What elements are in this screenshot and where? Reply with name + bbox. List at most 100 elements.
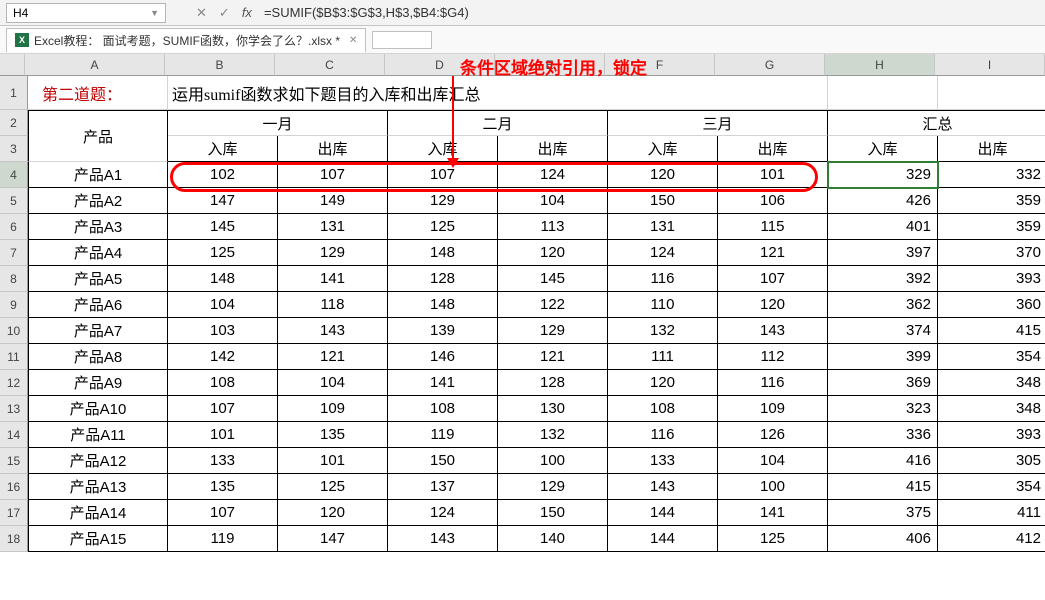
cell-B11[interactable]: 142 [168,344,278,370]
cell-I7[interactable]: 370 [938,240,1045,266]
row-header-8[interactable]: 8 [0,266,28,292]
cell-I9[interactable]: 360 [938,292,1045,318]
close-icon[interactable]: ✕ [349,35,357,46]
cell-F15[interactable]: 133 [608,448,718,474]
cell-E14[interactable]: 132 [498,422,608,448]
confirm-icon[interactable]: ✓ [219,5,230,21]
cell-A10[interactable]: 产品A7 [28,318,168,344]
row-header-15[interactable]: 15 [0,448,28,474]
cell-G4[interactable]: 101 [718,162,828,188]
row-header-11[interactable]: 11 [0,344,28,370]
cell-G16[interactable]: 100 [718,474,828,500]
cell-E15[interactable]: 100 [498,448,608,474]
tab-extra-field[interactable] [372,31,432,49]
row-header-4[interactable]: 4 [0,162,28,188]
cell-I5[interactable]: 359 [938,188,1045,214]
cell-D10[interactable]: 139 [388,318,498,344]
cell-F6[interactable]: 131 [608,214,718,240]
cell-B10[interactable]: 103 [168,318,278,344]
cell-D14[interactable]: 119 [388,422,498,448]
cell-C4[interactable]: 107 [278,162,388,188]
cell-I14[interactable]: 393 [938,422,1045,448]
cell-F13[interactable]: 108 [608,396,718,422]
cell-A7[interactable]: 产品A4 [28,240,168,266]
cell-E9[interactable]: 122 [498,292,608,318]
cell-F16[interactable]: 143 [608,474,718,500]
cell-B15[interactable]: 133 [168,448,278,474]
cell-F3[interactable]: 入库 [608,136,718,162]
cell-D3[interactable]: 入库 [388,136,498,162]
col-header-G[interactable]: G [715,54,825,76]
cell-B1[interactable]: 运用sumif函数求如下题目的入库和出库汇总 [168,76,828,110]
cell-H5[interactable]: 426 [828,188,938,214]
cell-H1[interactable] [828,76,938,110]
cell-F17[interactable]: 144 [608,500,718,526]
cell-G17[interactable]: 141 [718,500,828,526]
cell-B13[interactable]: 107 [168,396,278,422]
cell-E18[interactable]: 140 [498,526,608,552]
cell-B5[interactable]: 147 [168,188,278,214]
cell-E10[interactable]: 129 [498,318,608,344]
cell-G8[interactable]: 107 [718,266,828,292]
cell-E4[interactable]: 124 [498,162,608,188]
cell-A12[interactable]: 产品A9 [28,370,168,396]
cell-I13[interactable]: 348 [938,396,1045,422]
cell-I10[interactable]: 415 [938,318,1045,344]
cell-C9[interactable]: 118 [278,292,388,318]
cell-D16[interactable]: 137 [388,474,498,500]
cell-F4[interactable]: 120 [608,162,718,188]
cell-H8[interactable]: 392 [828,266,938,292]
cell-H13[interactable]: 323 [828,396,938,422]
row-header-17[interactable]: 17 [0,500,28,526]
cell-H7[interactable]: 397 [828,240,938,266]
cell-D17[interactable]: 124 [388,500,498,526]
cell-H18[interactable]: 406 [828,526,938,552]
cell-H3[interactable]: 入库 [828,136,938,162]
cell-H12[interactable]: 369 [828,370,938,396]
cell-F11[interactable]: 111 [608,344,718,370]
cell-C11[interactable]: 121 [278,344,388,370]
row-header-9[interactable]: 9 [0,292,28,318]
cell-C6[interactable]: 131 [278,214,388,240]
cell-E6[interactable]: 113 [498,214,608,240]
cell-F12[interactable]: 120 [608,370,718,396]
cell-A14[interactable]: 产品A11 [28,422,168,448]
cell-I3[interactable]: 出库 [938,136,1045,162]
row-header-6[interactable]: 6 [0,214,28,240]
cell-I12[interactable]: 348 [938,370,1045,396]
cell-I1[interactable] [938,76,1045,110]
col-header-C[interactable]: C [275,54,385,76]
cell-C7[interactable]: 129 [278,240,388,266]
cell-H6[interactable]: 401 [828,214,938,240]
cell-F14[interactable]: 116 [608,422,718,448]
row-header-12[interactable]: 12 [0,370,28,396]
cell-E12[interactable]: 128 [498,370,608,396]
cell-A16[interactable]: 产品A13 [28,474,168,500]
cell-G7[interactable]: 121 [718,240,828,266]
cell-B16[interactable]: 135 [168,474,278,500]
cell-H2[interactable]: 汇总 [828,110,1045,136]
cell-F10[interactable]: 132 [608,318,718,344]
cell-B12[interactable]: 108 [168,370,278,396]
cell-G5[interactable]: 106 [718,188,828,214]
formula-input[interactable]: =SUMIF($B$3:$G$3,H$3,$B4:$G4) [264,5,1039,20]
cell-A4[interactable]: 产品A1 [28,162,168,188]
cell-A13[interactable]: 产品A10 [28,396,168,422]
cell-G18[interactable]: 125 [718,526,828,552]
cell-A6[interactable]: 产品A3 [28,214,168,240]
name-box[interactable]: H4 ▼ [6,3,166,23]
cell-E7[interactable]: 120 [498,240,608,266]
col-header-E[interactable]: E [495,54,605,76]
cell-C12[interactable]: 104 [278,370,388,396]
row-header-16[interactable]: 16 [0,474,28,500]
cell-B17[interactable]: 107 [168,500,278,526]
cell-A1[interactable]: 第二道题： [28,76,168,110]
cell-E17[interactable]: 150 [498,500,608,526]
cell-I17[interactable]: 411 [938,500,1045,526]
cell-I18[interactable]: 412 [938,526,1045,552]
cell-D18[interactable]: 143 [388,526,498,552]
cell-G13[interactable]: 109 [718,396,828,422]
cell-H17[interactable]: 375 [828,500,938,526]
cancel-icon[interactable]: ✕ [196,5,207,21]
cell-A15[interactable]: 产品A12 [28,448,168,474]
